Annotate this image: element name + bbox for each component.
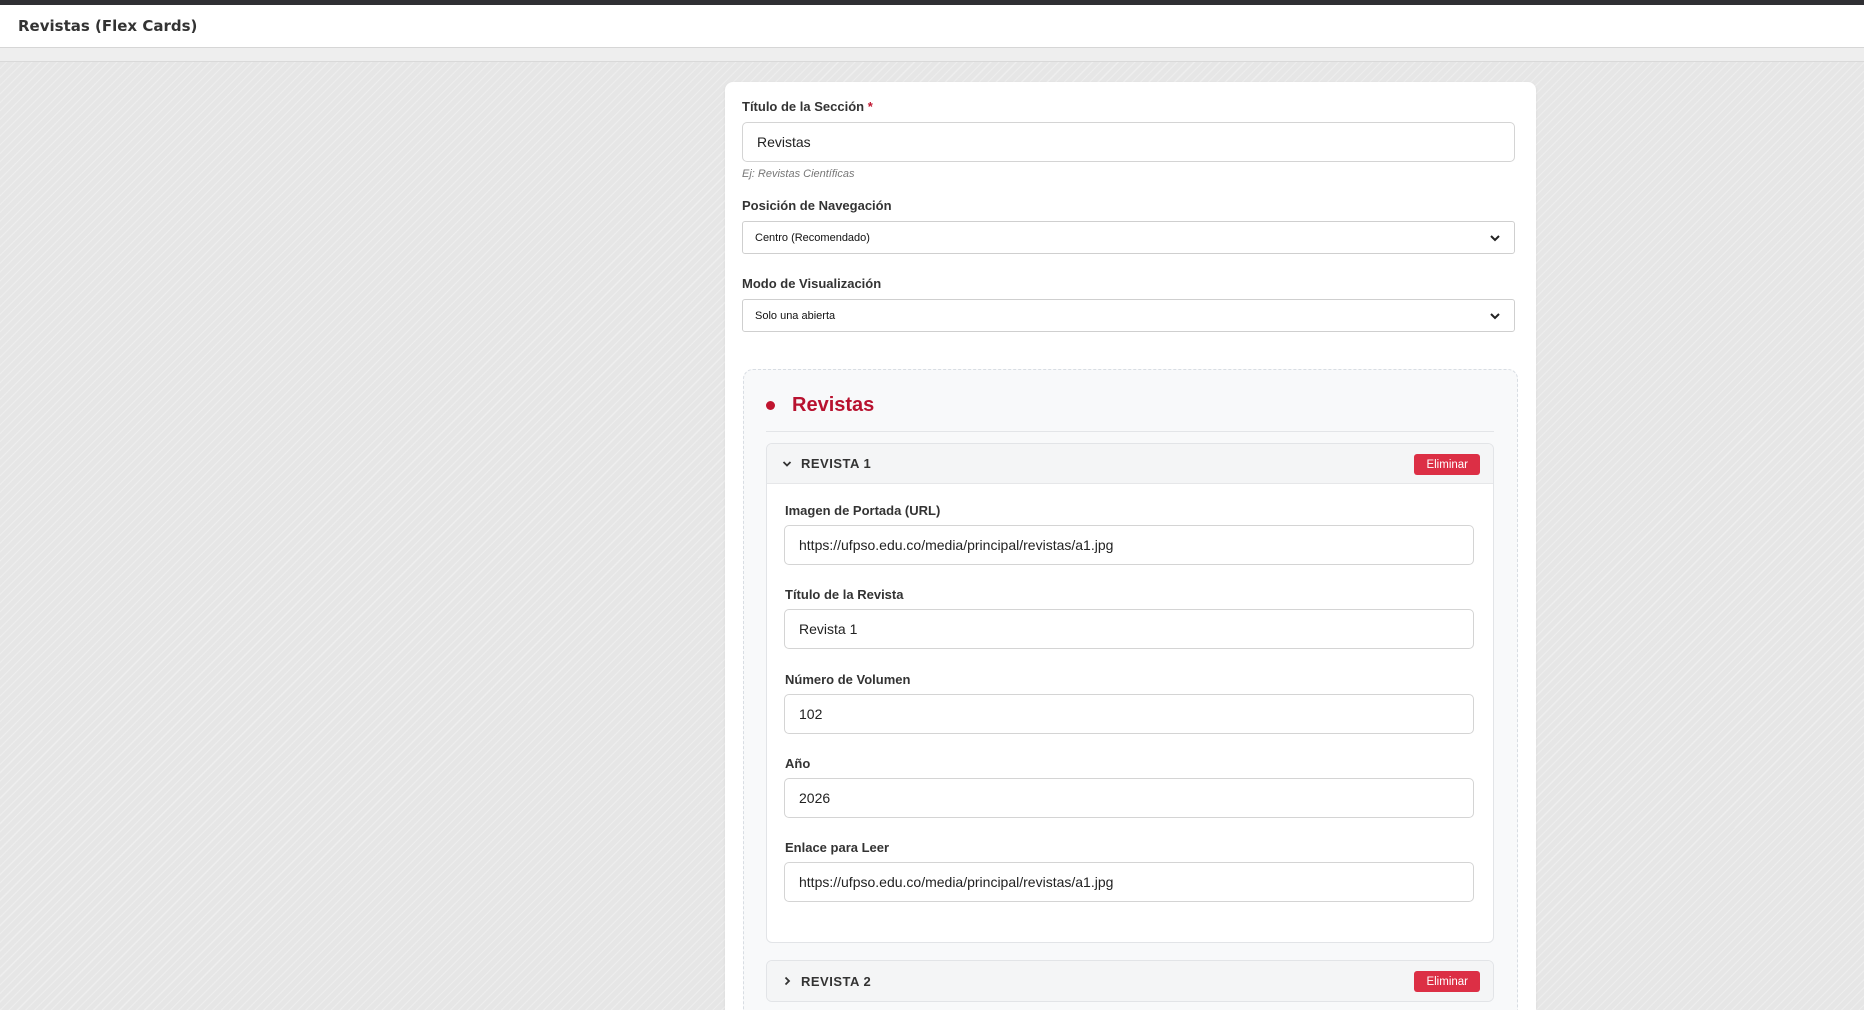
revista-title-label: Título de la Revista (785, 587, 904, 602)
year-label: Año (785, 756, 811, 771)
revista-title-input[interactable]: Revista 1 (784, 609, 1474, 649)
view-mode-label: Modo de Visualización (742, 276, 882, 291)
revista-item-1: REVISTA 1 Eliminar Imagen de Portada (UR… (766, 443, 1494, 943)
revista-item-2: REVISTA 2 Eliminar (766, 960, 1494, 1002)
header-subbar (0, 48, 1864, 62)
cover-url-input[interactable]: https://ufpso.edu.co/media/principal/rev… (784, 525, 1474, 565)
revista-item-2-title: REVISTA 2 (801, 973, 872, 989)
section-title-hint: Ej: Revistas Científicas (742, 168, 855, 180)
view-mode-selected-value: Solo una abierta (755, 309, 836, 322)
bullet-icon (766, 401, 775, 410)
page-header: Revistas (Flex Cards) (0, 5, 1864, 48)
revista-item-2-header[interactable]: REVISTA 2 Eliminar (767, 961, 1493, 1001)
volume-number-label: Número de Volumen (785, 672, 911, 687)
nav-position-label: Posición de Navegación (742, 198, 892, 213)
year-value: 2026 (799, 790, 831, 806)
revista-title-value: Revista 1 (799, 621, 858, 637)
chevron-down-icon (1490, 312, 1500, 319)
revista-item-1-body: Imagen de Portada (URL) https://ufpso.ed… (767, 484, 1493, 942)
cover-url-label: Imagen de Portada (URL) (785, 503, 941, 518)
year-input[interactable]: 2026 (784, 778, 1474, 818)
nav-position-selected-value: Centro (Recomendado) (755, 231, 870, 244)
required-mark: * (867, 99, 873, 114)
section-heading: Revistas (766, 394, 874, 417)
revista-item-1-title: REVISTA 1 (801, 456, 872, 471)
revista-item-1-header[interactable]: REVISTA 1 Eliminar (767, 444, 1493, 484)
chevron-down-icon (1490, 234, 1500, 241)
nav-position-select[interactable]: Centro (Recomendado) (742, 221, 1515, 254)
view-mode-select[interactable]: Solo una abierta (742, 299, 1515, 332)
section-heading-text: Revistas (792, 394, 875, 416)
chevron-down-icon (782, 460, 792, 467)
section-title-label-text: Título de la Sección (742, 99, 865, 114)
section-title-input[interactable]: Revistas (742, 122, 1515, 162)
volume-number-input[interactable]: 102 (784, 694, 1474, 734)
read-link-value: https://ufpso.edu.co/media/principal/rev… (799, 874, 1114, 890)
form-panel: Título de la Sección * Revistas Ej: Revi… (725, 82, 1536, 1010)
read-link-input[interactable]: https://ufpso.edu.co/media/principal/rev… (784, 862, 1474, 902)
chevron-right-icon (784, 976, 791, 986)
page-title: Revistas (Flex Cards) (18, 17, 198, 35)
section-title-label: Título de la Sección * (742, 99, 873, 114)
read-link-label: Enlace para Leer (785, 840, 890, 855)
section-divider (766, 431, 1494, 432)
section-title-input-value: Revistas (757, 134, 811, 150)
volume-number-value: 102 (799, 706, 823, 722)
cover-url-value: https://ufpso.edu.co/media/principal/rev… (799, 537, 1114, 553)
revistas-section: Revistas REVISTA 1 Eliminar Imagen de Po… (743, 369, 1518, 1010)
delete-revista-1-button[interactable]: Eliminar (1414, 454, 1480, 475)
delete-revista-2-button[interactable]: Eliminar (1414, 971, 1480, 992)
